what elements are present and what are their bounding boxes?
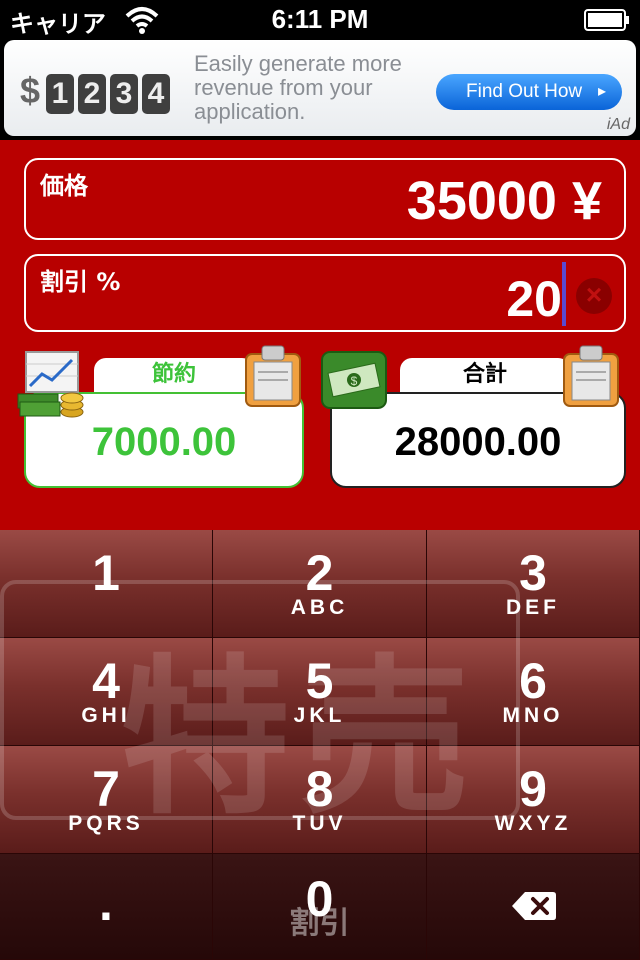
chart-coins-icon — [17, 351, 84, 418]
cash-icon: $ — [321, 351, 387, 409]
price-value: 35000 ¥ — [406, 171, 602, 231]
key-digit: 9 — [519, 761, 547, 817]
key-7[interactable]: 7 PQRS — [0, 746, 213, 854]
key-9[interactable]: 9 WXYZ — [427, 746, 640, 854]
clear-icon[interactable]: × — [576, 278, 612, 314]
key-6[interactable]: 6 MNO — [427, 638, 640, 746]
price-label: 価格 — [40, 172, 88, 200]
key-letters: JKL — [293, 704, 346, 727]
discount-value: 20 — [506, 271, 562, 327]
ad-digit: 4 — [142, 74, 170, 114]
calculator-panel: 価格 35000 ¥ 割引 % 20 × 節約 7000.00 合計 28000… — [0, 140, 640, 530]
discount-field[interactable]: 割引 % 20 × — [24, 254, 626, 332]
key-digit: 0 — [305, 871, 334, 927]
copy-savings-clipboard-icon[interactable] — [244, 344, 302, 408]
key-letters: PQRS — [68, 812, 144, 835]
key-0[interactable]: 割引 0 — [213, 854, 427, 960]
key-digit: 3 — [519, 545, 547, 601]
key-2[interactable]: 2 ABC — [213, 530, 427, 638]
key-letters: GHI — [81, 704, 131, 727]
svg-text:$: $ — [351, 374, 358, 388]
key-1[interactable]: 1 — [0, 530, 213, 638]
ad-digit: 2 — [78, 74, 106, 114]
key-3[interactable]: 3 DEF — [427, 530, 640, 638]
key-digit: 2 — [305, 545, 334, 601]
find-out-how-button[interactable]: Find Out How ▸ — [436, 74, 622, 110]
key-digit: 8 — [305, 761, 334, 817]
text-cursor — [562, 262, 566, 326]
key-5[interactable]: 5 JKL — [213, 638, 427, 746]
key-digit: 4 — [92, 653, 120, 709]
key-digit: 1 — [92, 545, 120, 601]
total-label: 合計 — [400, 358, 570, 392]
key-letters: DEF — [506, 596, 560, 619]
status-bar: キャリア 6:11 PM — [0, 0, 640, 40]
key-8[interactable]: 8 TUV — [213, 746, 427, 854]
key-4[interactable]: 4 GHI — [0, 638, 213, 746]
discount-label: 割引 % — [40, 268, 121, 296]
iad-logo: iAd — [606, 116, 630, 133]
key-digit: 7 — [92, 761, 120, 817]
total-value: 28000.00 — [394, 420, 562, 464]
battery-icon — [584, 9, 629, 31]
status-time: 6:11 PM — [271, 4, 369, 34]
key-backspace[interactable] — [427, 854, 640, 960]
key-letters: ABC — [290, 596, 349, 619]
backspace-icon — [512, 892, 556, 920]
number-keypad: 1 2 ABC 3 DEF 4 GHI 5 JKL 6 MNO 7 PQRS 8… — [0, 530, 640, 960]
ad-panel[interactable]: $ 1 2 3 4 Easily generate more revenue f… — [4, 40, 636, 136]
copy-total-clipboard-icon[interactable] — [562, 344, 620, 408]
ad-text: Easily generate more revenue from your a… — [194, 51, 402, 124]
key-letters: WXYZ — [494, 812, 572, 835]
key-digit: 6 — [519, 653, 547, 709]
savings-value: 7000.00 — [91, 420, 237, 464]
key-decimal[interactable]: . — [0, 854, 213, 960]
key-digit: 5 — [305, 653, 334, 709]
savings-label: 節約 — [94, 358, 254, 392]
key-digit: . — [99, 875, 113, 931]
ad-dollar-sign: $ — [20, 70, 41, 111]
chevron-right-icon: ▸ — [597, 83, 606, 100]
find-out-how-label: Find Out How — [466, 81, 583, 102]
ad-banner[interactable]: $ 1 2 3 4 Easily generate more revenue f… — [0, 40, 640, 140]
ad-digit: 1 — [46, 74, 74, 114]
key-letters: TUV — [292, 812, 347, 835]
key-letters: MNO — [502, 704, 564, 727]
price-field[interactable]: 価格 35000 ¥ — [24, 158, 626, 240]
ad-digit: 3 — [110, 74, 138, 114]
